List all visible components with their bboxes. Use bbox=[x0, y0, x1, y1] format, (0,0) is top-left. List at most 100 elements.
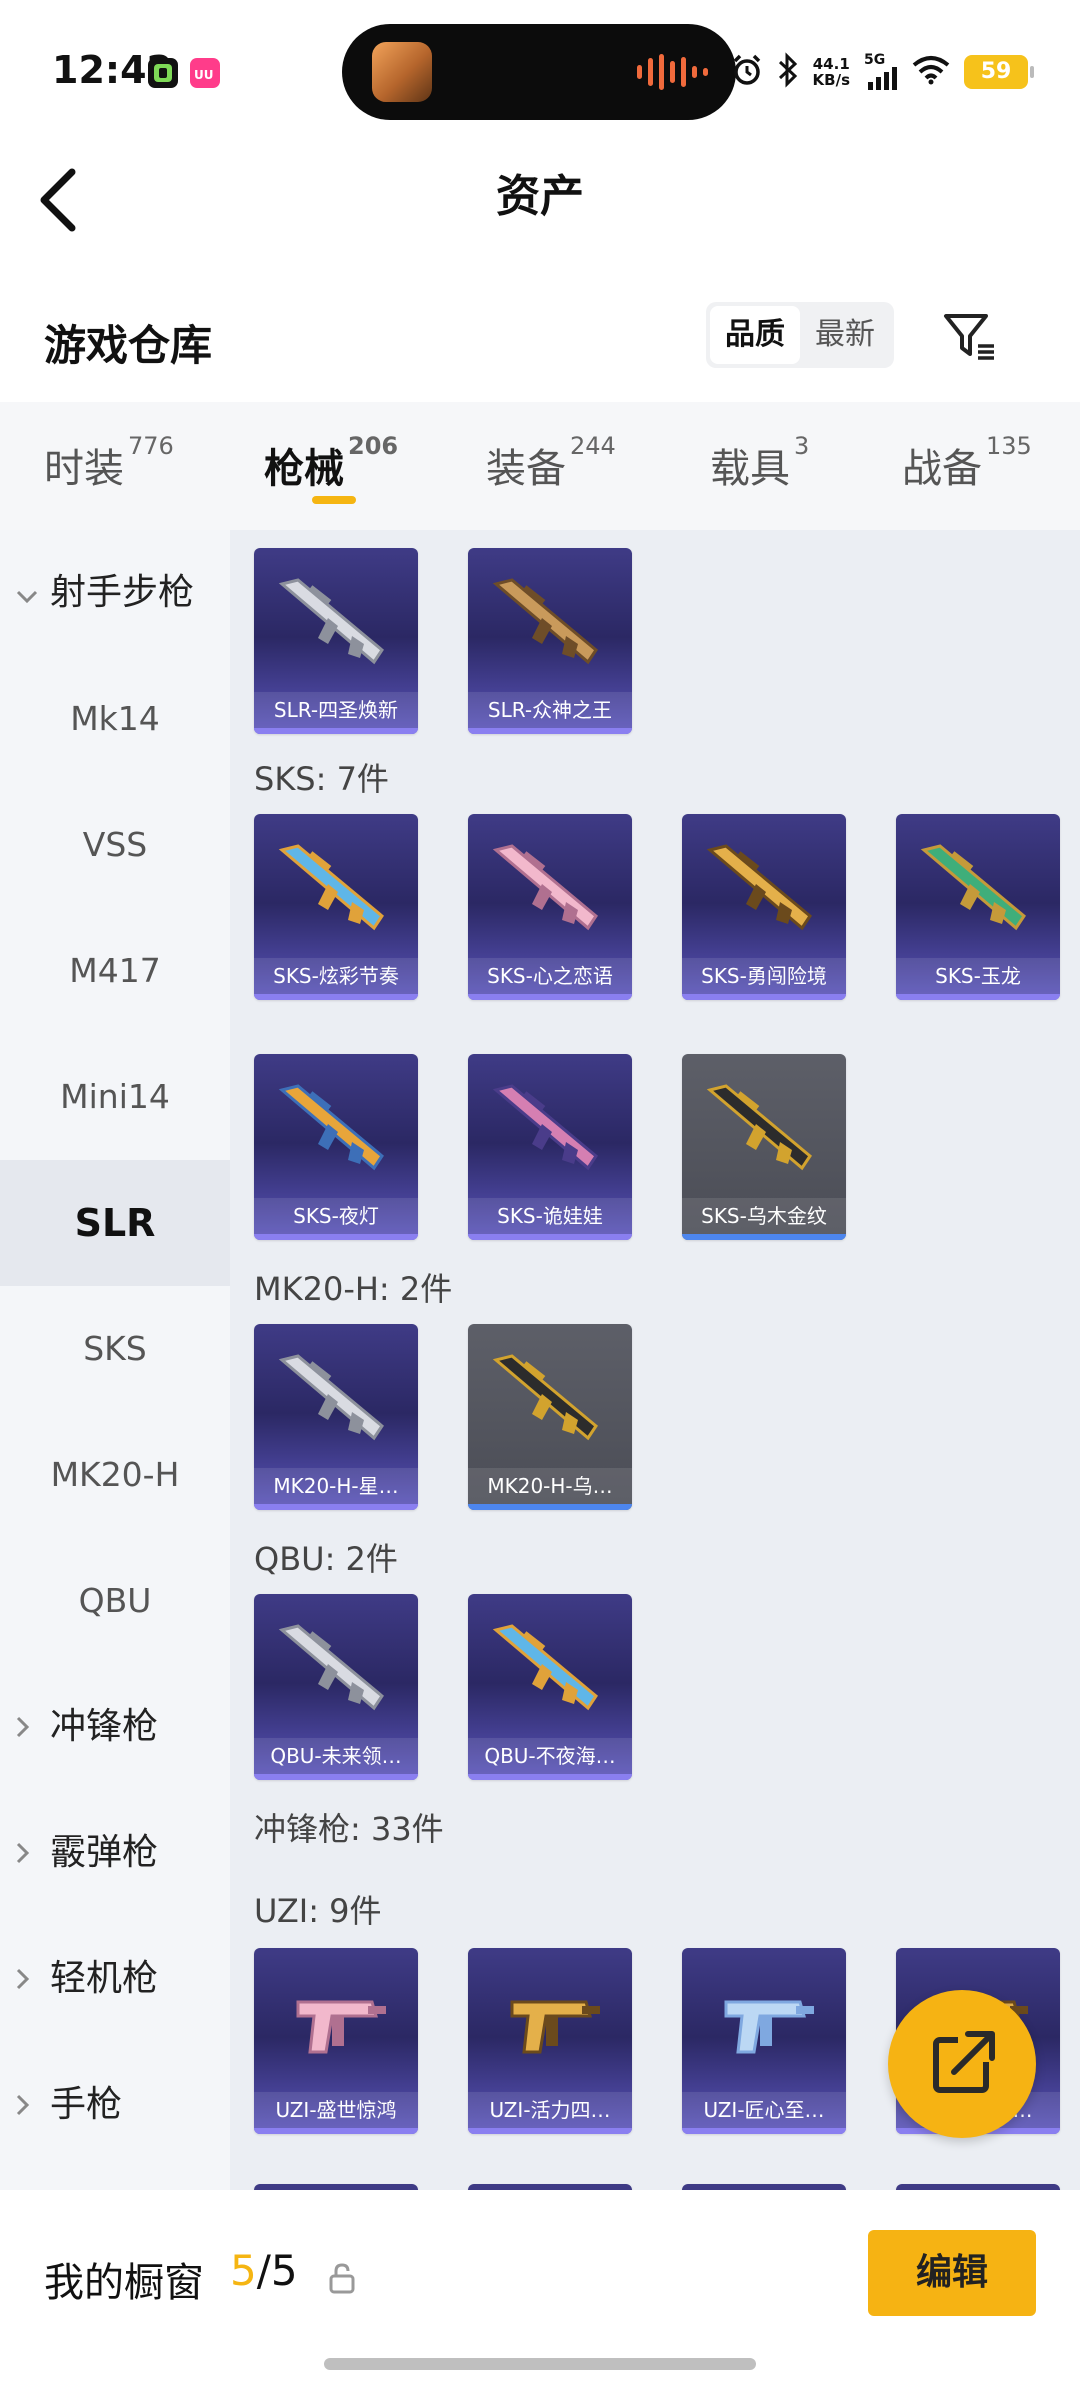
item-card[interactable]: SLR-四圣焕新 bbox=[254, 548, 418, 734]
sidebar-item-mk20h[interactable]: MK20-H bbox=[0, 1412, 230, 1538]
sidebar-group-label: 冲锋枪 bbox=[50, 1706, 159, 1747]
item-card[interactable]: QBU-未来领… bbox=[254, 1594, 418, 1780]
item-card[interactable]: SLR-众神之王 bbox=[468, 548, 632, 734]
tab-vehicles[interactable]: 载具 3 bbox=[710, 432, 809, 494]
item-card[interactable]: SKS-玉龙 bbox=[896, 814, 1060, 1000]
now-playing-thumbnail[interactable] bbox=[372, 42, 432, 102]
item-card[interactable]: SKS-炫彩节奏 bbox=[254, 814, 418, 1000]
rifle-skin-icon bbox=[278, 844, 384, 931]
item-name: MK20-H-星… bbox=[254, 1468, 418, 1504]
item-name: QBU-不夜海… bbox=[468, 1738, 632, 1774]
sidebar-group-label: 射手步枪 bbox=[50, 572, 195, 613]
item-name: UZI-匠心至… bbox=[682, 2092, 846, 2128]
item-name: QBU-未来领… bbox=[254, 1738, 418, 1774]
page-title: 资产 bbox=[496, 171, 584, 222]
item-name: SLR-众神之王 bbox=[468, 692, 632, 728]
tab-combat-supplies[interactable]: 战备 135 bbox=[902, 432, 1032, 494]
item-name: SKS-勇闯险境 bbox=[682, 958, 846, 994]
item-card[interactable]: UZI-活力四… bbox=[468, 1948, 632, 2134]
wifi-icon bbox=[912, 55, 950, 90]
chevron-down-icon bbox=[16, 532, 50, 658]
tab-firearms[interactable]: 枪械 206 bbox=[264, 432, 398, 494]
rifle-skin-icon bbox=[492, 578, 598, 665]
rifle-skin-icon bbox=[492, 1624, 598, 1711]
sidebar-item-mini14[interactable]: Mini14 bbox=[0, 1034, 230, 1160]
item-card[interactable]: MK20-H-乌… bbox=[468, 1324, 632, 1510]
sidebar-item-slr[interactable]: SLR bbox=[0, 1160, 230, 1286]
tab-count: 776 bbox=[128, 432, 174, 460]
item-name: UZI-活力四… bbox=[468, 2092, 632, 2128]
tab-label: 载具 bbox=[710, 446, 790, 492]
sidebar-group-label: 霰弹枪 bbox=[50, 1832, 159, 1873]
sidebar-group-pistols[interactable]: 手枪 bbox=[16, 2042, 122, 2168]
edit-button[interactable]: 编辑 bbox=[868, 2230, 1036, 2316]
tab-count: 3 bbox=[794, 432, 810, 460]
sidebar-item-vss[interactable]: VSS bbox=[0, 782, 230, 908]
sidebar-group-marksman-rifles[interactable]: 射手步枪 bbox=[16, 530, 194, 656]
status-indicators: 44.1 KB/s 5G 59 bbox=[731, 50, 1034, 94]
tab-label: 装备 bbox=[486, 446, 566, 492]
showcase-current: 5 bbox=[230, 2246, 257, 2295]
lock-icon bbox=[328, 2262, 356, 2294]
section-title: 游戏仓库 bbox=[44, 321, 213, 370]
rifle-skin-icon bbox=[706, 1084, 812, 1171]
item-card[interactable]: UZI-盛世惊鸿 bbox=[254, 1948, 418, 2134]
weapon-category-sidebar: 射手步枪 Mk14 VSS M417 Mini14 SLR SKS MK20-H… bbox=[0, 530, 230, 2190]
net-speed-value: 44.1 bbox=[812, 55, 850, 73]
share-button[interactable] bbox=[888, 1990, 1036, 2138]
tab-equipment[interactable]: 装备 244 bbox=[486, 432, 616, 494]
rifle-skin-icon bbox=[492, 844, 598, 931]
item-card[interactable]: SKS-乌木金纹 bbox=[682, 1054, 846, 1240]
svg-text:UU: UU bbox=[194, 68, 214, 82]
smg-skin-icon bbox=[724, 2000, 814, 2054]
sidebar-item-qbu[interactable]: QBU bbox=[0, 1538, 230, 1664]
game-app-icon bbox=[148, 58, 178, 88]
item-name: SKS-玉龙 bbox=[896, 958, 1060, 994]
item-card[interactable]: SKS-勇闯险境 bbox=[682, 814, 846, 1000]
sidebar-item-m417[interactable]: M417 bbox=[0, 908, 230, 1034]
sidebar-group-label: 手枪 bbox=[50, 2084, 123, 2125]
share-icon bbox=[933, 2031, 995, 2093]
network-type: 5G bbox=[864, 52, 886, 68]
chevron-right-icon bbox=[16, 2044, 50, 2170]
chevron-right-icon bbox=[16, 1792, 50, 1918]
item-name: SKS-炫彩节奏 bbox=[254, 958, 418, 994]
smg-skin-icon bbox=[296, 2000, 386, 2054]
sidebar-group-smg[interactable]: 冲锋枪 bbox=[16, 1664, 158, 1790]
smg-skin-icon bbox=[510, 2000, 600, 2054]
cellular-signal-icon: 5G bbox=[864, 52, 898, 92]
item-name: SKS-诡娃娃 bbox=[468, 1198, 632, 1234]
status-bar: 12:42 UU 44.1 KB/s 5G 59 bbox=[0, 0, 1080, 140]
chevron-right-icon bbox=[16, 1666, 50, 1792]
item-card[interactable]: QBU-不夜海… bbox=[468, 1594, 632, 1780]
showcase-label: 我的橱窗 bbox=[44, 2260, 204, 2306]
rifle-skin-icon bbox=[492, 1354, 598, 1441]
item-card[interactable]: SKS-诡娃娃 bbox=[468, 1054, 632, 1240]
home-indicator[interactable] bbox=[324, 2358, 756, 2370]
rifle-skin-icon bbox=[278, 1084, 384, 1171]
bluetooth-icon bbox=[777, 51, 799, 93]
category-tabs: 时装 776 枪械 206 装备 244 载具 3 战备 135 bbox=[0, 402, 1080, 530]
weapon-skin-grid: SLR-四圣焕新 SLR-众神之王 SKS: 7件 SKS-炫彩节奏 SKS-心… bbox=[230, 530, 1080, 2190]
item-card[interactable]: SKS-夜灯 bbox=[254, 1054, 418, 1240]
dynamic-island[interactable] bbox=[342, 24, 736, 120]
group-label-mk20h: MK20-H: 2件 bbox=[254, 1270, 453, 1308]
battery-indicator: 59 bbox=[964, 55, 1034, 89]
item-card[interactable]: MK20-H-星… bbox=[254, 1324, 418, 1510]
item-card[interactable]: UZI-匠心至… bbox=[682, 1948, 846, 2134]
item-card[interactable]: SKS-心之恋语 bbox=[468, 814, 632, 1000]
sidebar-group-shotguns[interactable]: 霰弹枪 bbox=[16, 1790, 158, 1916]
sidebar-item-mk14[interactable]: Mk14 bbox=[0, 656, 230, 782]
filter-button[interactable] bbox=[940, 306, 1000, 366]
sidebar-group-label: 轻机枪 bbox=[50, 1958, 159, 1999]
tab-fashion[interactable]: 时装 776 bbox=[44, 432, 174, 494]
sidebar-group-lmg[interactable]: 轻机枪 bbox=[16, 1916, 158, 2042]
tab-count: 244 bbox=[570, 432, 616, 460]
sidebar-item-sks[interactable]: SKS bbox=[0, 1286, 230, 1412]
sort-option-newest[interactable]: 最新 bbox=[800, 306, 890, 364]
sort-option-quality[interactable]: 品质 bbox=[710, 306, 800, 364]
rifle-skin-icon bbox=[278, 1354, 384, 1441]
tab-label: 战备 bbox=[902, 446, 982, 492]
alarm-icon bbox=[731, 53, 763, 92]
tab-count: 135 bbox=[986, 432, 1032, 460]
